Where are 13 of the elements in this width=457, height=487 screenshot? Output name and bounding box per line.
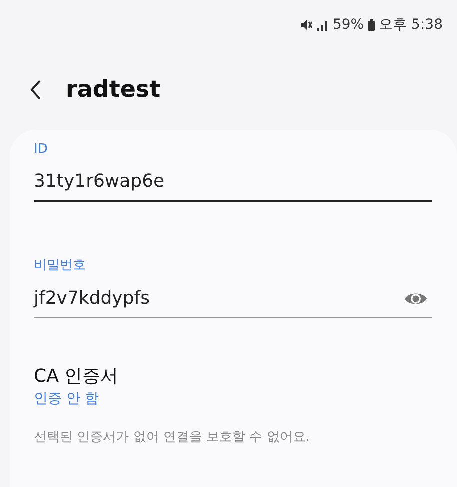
battery-icon xyxy=(368,19,376,31)
battery-level: 59% xyxy=(332,17,364,33)
input-field[interactable]: jf2v7kddypfs xyxy=(34,284,432,318)
field-label: 비밀번호 xyxy=(34,257,87,274)
signal-icon xyxy=(316,20,329,30)
page-title: radtest xyxy=(66,77,161,103)
input-field[interactable]: 31ty1r6wap6e xyxy=(34,167,432,202)
setting-value: 인증 안 함 xyxy=(34,390,100,408)
setting-title: CA 인증서 xyxy=(34,365,120,388)
mute-icon xyxy=(300,19,313,31)
clock: 오후 5:38 xyxy=(379,16,443,34)
warning-text: 선택된 인증서가 없어 연결을 보호할 수 없어요. xyxy=(34,429,311,446)
field-label: ID xyxy=(34,142,49,157)
